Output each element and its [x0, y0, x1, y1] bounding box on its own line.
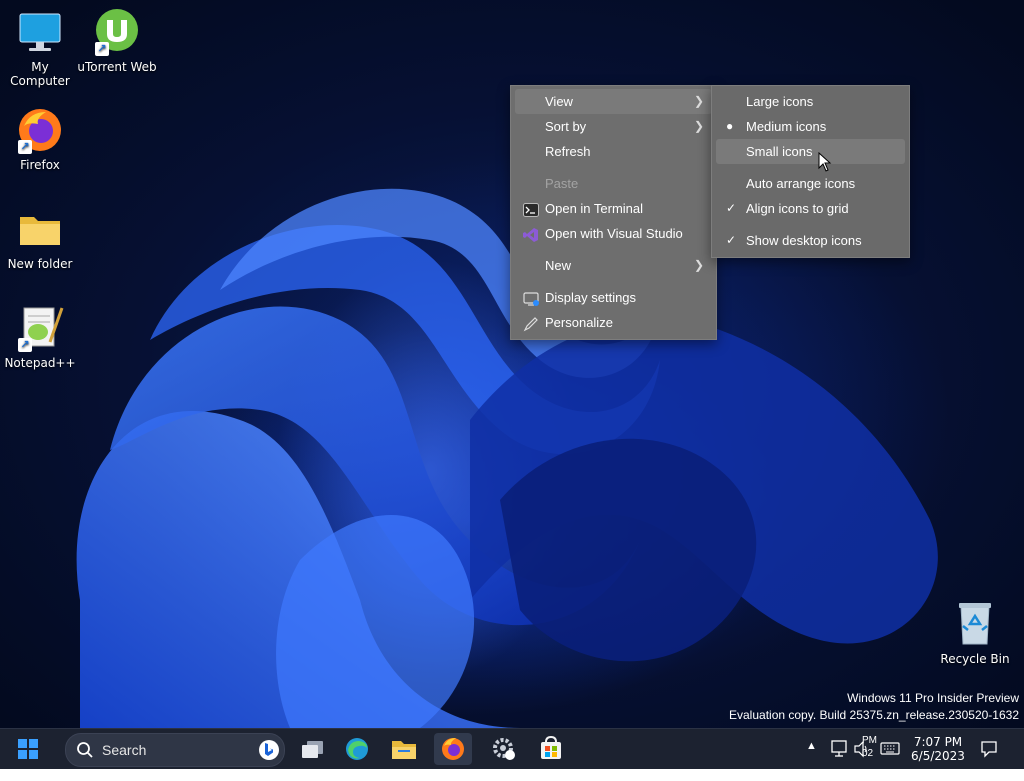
evaluation-watermark: Windows 11 Pro Insider Preview Evaluatio… [729, 690, 1019, 724]
menu-item-label: Paste [545, 176, 579, 191]
watermark-line-edition: Windows 11 Pro Insider Preview [847, 691, 1019, 705]
view-submenu: Large icons ● Medium icons Small icons A… [711, 85, 910, 258]
show-hidden-icons-chevron[interactable]: ▲ [806, 740, 820, 780]
menu-item-label: View [545, 94, 573, 109]
firefox-icon [442, 738, 464, 760]
menu-item-label: New [545, 258, 572, 273]
checkmark-icon: ✓ [726, 201, 737, 215]
menu-item-display-settings[interactable]: Display settings [515, 285, 712, 310]
taskbar-app-file-explorer[interactable] [385, 733, 423, 765]
clock-time: 7:07 PM [913, 735, 963, 749]
shortcut-arrow-icon: ↗ [18, 338, 32, 352]
desktop-icon-label: Firefox [20, 158, 60, 172]
utorrent-icon: ↗ [93, 8, 141, 56]
menu-item-label: Show desktop icons [746, 233, 862, 248]
start-icon [18, 739, 38, 759]
menu-item-paste: Paste [515, 171, 712, 196]
pen-icon [523, 315, 539, 332]
desktop-icon-label: New folder [7, 257, 73, 271]
file-explorer-icon [392, 741, 416, 759]
monitor-icon [16, 8, 64, 56]
chevron-right-icon: ❯ [693, 119, 704, 133]
submenu-item-show-desktop-icons[interactable]: ✓ Show desktop icons [716, 228, 905, 253]
taskbar: Search ▲ PM 02 7:07 PM 6/5/2023 [0, 728, 1024, 769]
menu-item-refresh[interactable]: Refresh [515, 139, 712, 164]
notepadpp-icon: ↗ [16, 304, 64, 352]
submenu-item-large-icons[interactable]: Large icons [716, 89, 905, 114]
shortcut-arrow-icon: ↗ [95, 42, 109, 56]
store-icon [541, 735, 561, 759]
taskbar-app-firefox[interactable] [434, 733, 472, 765]
chevron-right-icon: ❯ [693, 258, 704, 272]
desktop-icon-recycle-bin[interactable]: Recycle Bin [935, 600, 1015, 666]
taskbar-app-settings[interactable] [485, 733, 523, 765]
submenu-item-auto-arrange-icons[interactable]: Auto arrange icons [716, 171, 905, 196]
menu-item-label: Auto arrange icons [746, 176, 856, 191]
submenu-item-align-icons-to-grid[interactable]: ✓ Align icons to grid [716, 196, 905, 221]
desktop-icon-firefox[interactable]: ↗ Firefox [0, 106, 80, 172]
desktop-icon-utorrent-web[interactable]: ↗ uTorrent Web [77, 8, 157, 74]
desktop-icon-label: My Computer [10, 60, 70, 88]
clock-date: 6/5/2023 [911, 749, 965, 763]
desktop-icon-my-computer[interactable]: My Computer [0, 8, 80, 88]
settings-icon [493, 738, 515, 760]
menu-item-new[interactable]: New ❯ [515, 253, 712, 278]
taskbar-search-box[interactable]: Search [65, 733, 285, 767]
watermark-line-build: Evaluation copy. Build 25375.zn_release.… [729, 708, 1019, 722]
desktop-context-menu: View ❯ Sort by ❯ Refresh Paste Open in T… [510, 85, 717, 340]
tray-text-top: PM [862, 735, 877, 746]
taskbar-app-edge[interactable] [338, 733, 376, 765]
menu-item-label: Open in Terminal [545, 201, 644, 216]
shortcut-arrow-icon: ↗ [18, 140, 32, 154]
notification-icon[interactable] [980, 740, 998, 780]
task-view-icon [302, 741, 323, 758]
network-icon[interactable] [830, 739, 852, 779]
checkmark-icon: ✓ [726, 233, 737, 247]
menu-item-label: Open with Visual Studio [545, 226, 683, 241]
menu-item-label: Align icons to grid [746, 201, 849, 216]
tray-clock-fragment: PM 02 [862, 734, 877, 774]
search-icon [77, 742, 93, 758]
tray-text-bottom: 02 [862, 748, 874, 759]
desktop-icon-new-folder[interactable]: New folder [0, 205, 80, 271]
start-button[interactable] [9, 733, 47, 765]
menu-item-sort-by[interactable]: Sort by ❯ [515, 114, 712, 139]
menu-item-open-with-visual-studio[interactable]: Open with Visual Studio [515, 221, 712, 246]
firefox-icon: ↗ [16, 106, 64, 154]
display-icon [523, 290, 539, 306]
menu-item-label: Medium icons [746, 119, 827, 134]
recycle-bin-icon [951, 600, 999, 648]
submenu-item-medium-icons[interactable]: ● Medium icons [716, 114, 905, 139]
desktop-icon-label: uTorrent Web [77, 60, 157, 74]
mouse-cursor-icon [818, 152, 832, 172]
menu-item-label: Personalize [545, 315, 613, 330]
desktop[interactable]: My Computer ↗ uTorrent Web ↗ Firefox New… [0, 0, 1024, 728]
menu-item-label: Large icons [746, 94, 814, 109]
taskbar-app-store[interactable] [532, 733, 570, 765]
menu-item-label: Small icons [746, 144, 813, 159]
task-view-button[interactable] [293, 733, 331, 765]
menu-item-open-in-terminal[interactable]: Open in Terminal [515, 196, 712, 221]
chevron-right-icon: ❯ [693, 94, 704, 108]
desktop-icon-label: Notepad++ [4, 356, 76, 370]
menu-item-label: Refresh [545, 144, 591, 159]
submenu-item-small-icons[interactable]: Small icons [716, 139, 905, 164]
keyboard-icon[interactable] [880, 741, 902, 781]
radio-dot-icon: ● [726, 119, 734, 133]
folder-icon [16, 205, 64, 253]
edge-icon [346, 738, 368, 760]
menu-item-label: Sort by [545, 119, 587, 134]
desktop-icon-notepadpp[interactable]: ↗ Notepad++ [0, 304, 80, 370]
menu-item-label: Display settings [545, 290, 637, 305]
desktop-icon-label: Recycle Bin [940, 652, 1010, 666]
terminal-icon [523, 201, 539, 217]
menu-item-personalize[interactable]: Personalize [515, 310, 712, 335]
menu-item-view[interactable]: View ❯ [515, 89, 712, 114]
bing-icon[interactable] [258, 739, 280, 761]
visual-studio-icon [523, 226, 539, 242]
taskbar-clock[interactable]: 7:07 PM 6/5/2023 [905, 735, 971, 763]
search-label: Search [102, 742, 147, 758]
